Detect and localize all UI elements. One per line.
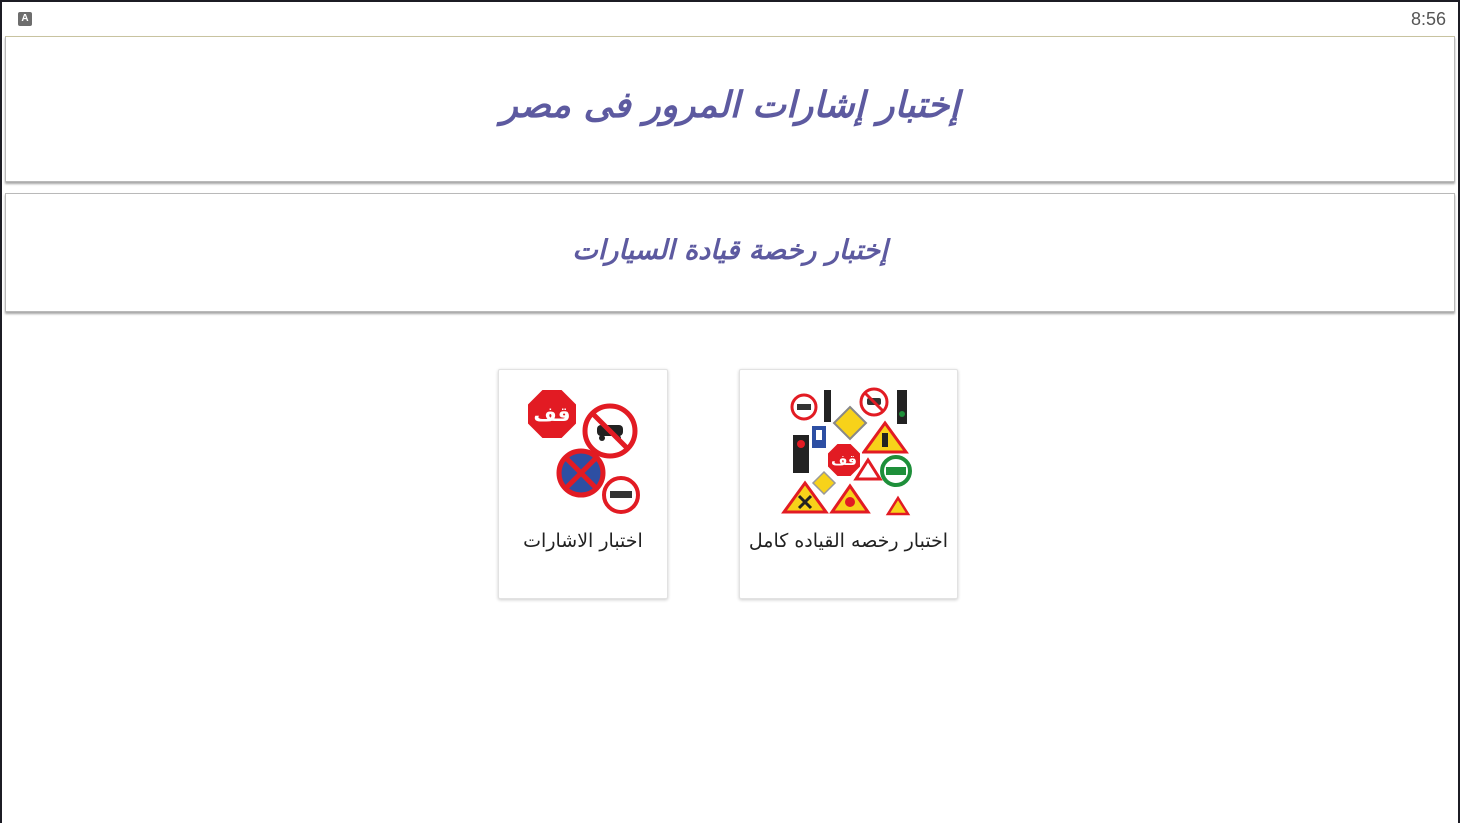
- app-notification-icon: A: [18, 12, 32, 26]
- stop-and-prohibition-signs-icon: قف: [526, 388, 640, 514]
- header-panel: إختبار إشارات المرور فى مصر: [5, 36, 1455, 182]
- page-subtitle: إختبار رخصة قيادة السيارات: [572, 235, 888, 266]
- status-bar: A 8:56: [2, 2, 1458, 36]
- status-time: 8:56: [1410, 9, 1446, 29]
- signs-test-card[interactable]: قف اختبار الاشارات: [498, 369, 668, 599]
- stop-sign-label: قف: [831, 453, 857, 469]
- page-title: إختبار إشارات المرور فى مصر: [500, 84, 960, 126]
- traffic-signs-collage-icon: قف: [781, 387, 912, 516]
- signs-test-label: اختبار الاشارات: [523, 530, 643, 552]
- app-screen: A 8:56 إختبار إشارات المرور فى مصر إختبا…: [2, 2, 1458, 823]
- full-license-test-label: اختبار رخصه القياده كامل: [748, 530, 949, 552]
- stop-sign-label: قف: [534, 402, 571, 426]
- full-license-test-card[interactable]: قف اختبار رخصه القياده كامل: [739, 369, 958, 599]
- subheader-panel: إختبار رخصة قيادة السيارات: [5, 193, 1455, 312]
